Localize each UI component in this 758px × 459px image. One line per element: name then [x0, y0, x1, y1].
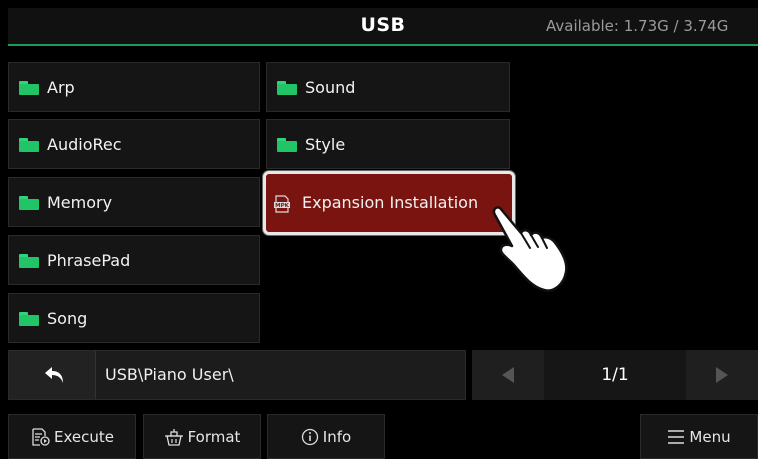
folder-label: Song — [47, 309, 88, 328]
folder-icon — [277, 138, 297, 152]
info-icon — [301, 428, 318, 445]
format-label: Format — [187, 427, 241, 446]
menu-label: Menu — [689, 427, 731, 446]
folder-item-memory[interactable]: Memory — [8, 177, 260, 227]
file-item-expansion-installation[interactable]: MPK Expansion Installation — [263, 171, 515, 235]
svg-text:MPK: MPK — [275, 203, 290, 209]
path-bar: USB\Piano User\ — [8, 350, 466, 400]
execute-button[interactable]: Execute — [8, 414, 136, 459]
mpk-file-icon: MPK — [274, 195, 290, 213]
format-button[interactable]: Format — [143, 414, 261, 459]
triangle-right-icon — [716, 367, 728, 383]
bottom-toolbar: Execute Format Info Menu — [0, 408, 758, 459]
folder-item-style[interactable]: Style — [266, 119, 510, 169]
pager: 1/1 — [472, 350, 758, 400]
execute-icon — [32, 427, 50, 446]
execute-label: Execute — [54, 427, 114, 446]
storage-available: Available: 1.73G / 3.74G — [546, 17, 729, 35]
folder-item-audiorec[interactable]: AudioRec — [8, 119, 260, 169]
current-path: USB\Piano User\ — [105, 365, 234, 384]
folder-label: Arp — [47, 78, 75, 97]
back-arrow-icon — [45, 367, 63, 383]
menu-icon — [668, 429, 685, 444]
folder-item-sound[interactable]: Sound — [266, 62, 510, 112]
folder-label: PhrasePad — [47, 251, 131, 270]
next-page-button[interactable] — [686, 350, 758, 400]
folder-label: Memory — [47, 193, 113, 212]
folder-icon — [19, 196, 39, 210]
pointing-hand-icon — [492, 206, 568, 292]
folder-icon — [19, 138, 39, 152]
folder-icon — [19, 81, 39, 95]
menu-button[interactable]: Menu — [640, 414, 758, 459]
info-button[interactable]: Info — [267, 414, 385, 459]
folder-icon — [19, 254, 39, 268]
format-icon — [164, 428, 183, 446]
prev-page-button[interactable] — [472, 350, 544, 400]
folder-item-song[interactable]: Song — [8, 293, 260, 343]
title-bar: USB Available: 1.73G / 3.74G — [8, 8, 758, 46]
back-button[interactable] — [9, 351, 96, 399]
folder-label: Sound — [305, 78, 356, 97]
info-label: Info — [322, 427, 352, 446]
folder-icon — [277, 81, 297, 95]
folder-label: AudioRec — [47, 135, 122, 154]
folder-label: Style — [305, 135, 346, 154]
folder-icon — [19, 312, 39, 326]
file-browser: Arp AudioRec Memory PhrasePad Song Sound… — [8, 56, 758, 346]
file-label: Expansion Installation — [302, 193, 479, 212]
folder-item-phrasepad[interactable]: PhrasePad — [8, 235, 260, 285]
folder-item-arp[interactable]: Arp — [8, 62, 260, 112]
triangle-left-icon — [502, 367, 514, 383]
page-indicator: 1/1 — [601, 365, 629, 385]
